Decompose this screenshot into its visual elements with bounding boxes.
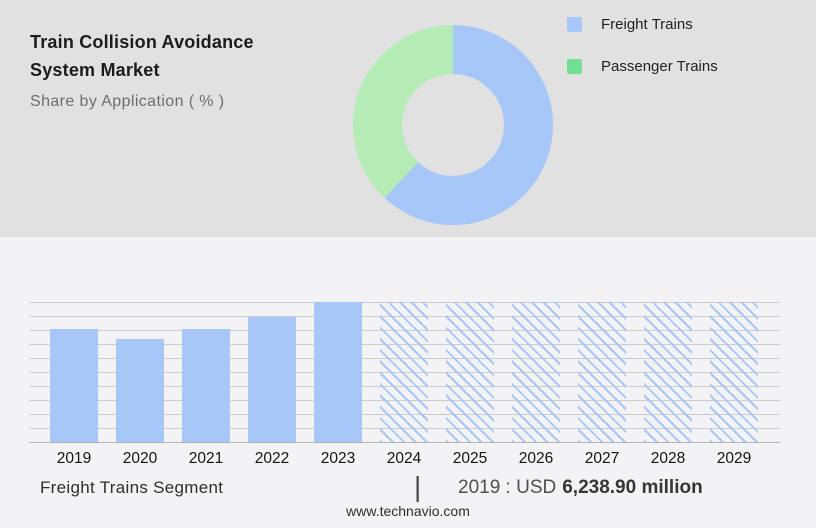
bar-2027-forecast (578, 302, 626, 442)
value-line: 2019 : USD 6,238.90 million (458, 477, 703, 499)
bar-2021 (182, 329, 230, 442)
bar-2020 (116, 339, 164, 442)
header-section: Train Collision Avoidance System Market S… (0, 0, 816, 237)
page-title-line1: Train Collision Avoidance (30, 32, 254, 52)
title-block: Train Collision Avoidance System Market S… (30, 28, 254, 111)
bar-2025-forecast (446, 302, 494, 442)
x-axis-label-2029: 2029 (716, 450, 752, 467)
legend-label-passenger-trains: Passenger Trains (601, 57, 718, 75)
bar-chart-section: 2019 2020 2021 2022 2023 2024 2025 2026 2027 2028… (0, 237, 816, 528)
bar-2022 (248, 317, 296, 442)
x-axis-label-2022: 2022 (254, 450, 290, 467)
x-axis-label-2021: 2021 (188, 450, 224, 467)
website-url: www.technavio.com (346, 503, 470, 519)
bar-chart-plot: 2019 2020 2021 2022 2023 2024 2025 2026 2027 2028… (29, 302, 780, 467)
donut-hole (402, 74, 504, 176)
x-axis-label-2024: 2024 (386, 450, 422, 467)
x-axis-label-2026: 2026 (518, 450, 554, 467)
x-axis-label-2023: 2023 (320, 450, 356, 467)
legend-item-freight-trains: Freight Trains (567, 14, 718, 34)
page-subtitle: Share by Application ( % ) (30, 93, 225, 110)
x-axis-label-2020: 2020 (122, 450, 158, 467)
legend-item-passenger-trains: Passenger Trains (567, 56, 718, 76)
x-axis-label-2019: 2019 (56, 450, 92, 467)
segment-label: Freight Trains Segment (40, 478, 224, 497)
bar-2023 (314, 302, 362, 442)
x-axis-label-2025: 2025 (452, 450, 488, 467)
x-axis-line (29, 442, 780, 443)
bar-2024-forecast (380, 302, 428, 442)
x-axis-label-2027: 2027 (584, 450, 620, 467)
legend-swatch-freight-trains (567, 16, 582, 32)
chart-legend: Freight Trains Passenger Trains (567, 14, 718, 98)
value-amount: 6,238.90 million (562, 477, 703, 498)
bar-2026-forecast (512, 302, 560, 442)
value-separator: | (414, 471, 422, 502)
x-axis-label-2028: 2028 (650, 450, 686, 467)
page-title-line2: System Market (30, 60, 160, 80)
legend-label-freight-trains: Freight Trains (601, 15, 693, 33)
page-title: Train Collision Avoidance System Market (30, 28, 254, 84)
value-prefix: 2019 : USD (458, 477, 557, 498)
bar-2029-forecast (710, 302, 758, 442)
donut-chart (353, 25, 553, 225)
bar-2028-forecast (644, 302, 692, 442)
legend-swatch-passenger-trains (567, 58, 582, 74)
bar-2019 (50, 329, 98, 442)
